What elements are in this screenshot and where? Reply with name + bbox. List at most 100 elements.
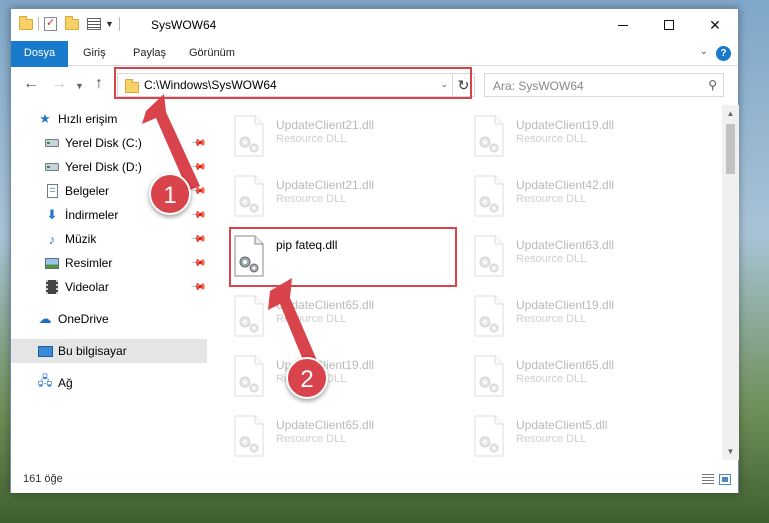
up-arrow-icon[interactable]: ↑: [95, 75, 103, 93]
file-item[interactable]: UpdateClient21.dll Resource DLL: [224, 171, 454, 225]
sidebar-item-label: Yerel Disk (D:): [65, 160, 142, 174]
back-arrow-icon[interactable]: ←: [23, 75, 39, 93]
new-folder-icon[interactable]: [65, 15, 79, 30]
file-item[interactable]: UpdateClient21.dll Resource DLL: [224, 111, 454, 165]
status-bar: 161 öğe: [11, 467, 738, 493]
video-icon: [44, 279, 60, 295]
pin-icon[interactable]: 📌: [190, 279, 207, 296]
download-icon: ⬇: [46, 207, 58, 222]
sidebar-item-pictures[interactable]: Resimler 📌: [11, 251, 207, 275]
sidebar-item-videos[interactable]: Videolar 📌: [11, 275, 207, 299]
pin-icon[interactable]: 📌: [190, 255, 207, 272]
file-type: Resource DLL: [276, 313, 347, 325]
sidebar-item-label: Yerel Disk (C:): [65, 136, 142, 150]
sidebar-item-local-disk-c[interactable]: Yerel Disk (C:) 📌: [11, 131, 207, 155]
dll-file-icon: [234, 115, 264, 157]
sidebar-item-music[interactable]: ♪ Müzik 📌: [11, 227, 207, 251]
drive-icon: [44, 135, 60, 151]
search-placeholder: Ara: SysWOW64: [493, 79, 584, 93]
pin-icon[interactable]: 📌: [190, 207, 207, 224]
close-icon: ✕: [709, 16, 721, 33]
sidebar-item-label: Resimler: [65, 256, 113, 270]
sidebar-item-this-pc[interactable]: Bu bilgisayar: [11, 339, 207, 363]
sidebar-item-label: Hızlı erişim: [58, 112, 118, 126]
minimize-button[interactable]: [600, 9, 646, 41]
network-icon: 🖧: [37, 373, 53, 388]
drive-icon: [44, 159, 60, 175]
maximize-button[interactable]: [646, 9, 692, 41]
sidebar-item-label: İndirmeler: [65, 208, 119, 222]
file-item[interactable]: UpdateClient65.dll Resource DLL: [224, 411, 454, 460]
dll-file-icon: [474, 355, 504, 397]
chevron-down-icon[interactable]: ▼: [105, 19, 114, 29]
file-name: UpdateClient42.dll: [516, 178, 615, 192]
tab-view[interactable]: Görünüm: [177, 41, 247, 65]
expand-ribbon-icon[interactable]: ⌄: [700, 46, 708, 57]
file-type: Resource DLL: [516, 373, 587, 385]
scroll-thumb[interactable]: [726, 124, 735, 174]
file-name: UpdateClient65.dll: [276, 298, 375, 312]
step-badge-1: 1: [149, 173, 191, 215]
file-type: Resource DLL: [516, 193, 587, 205]
pin-icon[interactable]: 📌: [190, 183, 207, 200]
file-name: UpdateClient21.dll: [276, 118, 375, 132]
recent-locations-icon[interactable]: ▼: [75, 81, 84, 91]
large-icons-view-icon[interactable]: [719, 474, 731, 485]
file-item[interactable]: UpdateClient19.dllResource DLL: [464, 111, 694, 165]
dll-file-icon: [474, 235, 504, 277]
file-item[interactable]: UpdateClient65.dll Resource DLL: [464, 351, 694, 405]
close-button[interactable]: ✕: [692, 9, 738, 41]
file-item[interactable]: UpdateClient65.dll Resource DLL: [224, 291, 454, 345]
file-type: Resource DLL: [516, 313, 587, 325]
sidebar-item-network[interactable]: 🖧 Ağ: [11, 371, 207, 395]
navigation-pane: ★ Hızlı erişim Yerel Disk (C:) 📌 Yerel D…: [11, 105, 207, 460]
dll-file-icon: [474, 295, 504, 337]
file-highlight-box: [229, 227, 457, 287]
folder-icon: [19, 15, 33, 30]
file-item[interactable]: UpdateClient19.dllResource DLL: [224, 351, 454, 405]
file-item[interactable]: UpdateClient19.dllResource DLL: [464, 291, 694, 345]
sidebar-item-label: OneDrive: [58, 312, 109, 326]
scroll-up-icon[interactable]: ▲: [722, 105, 739, 122]
dll-file-icon: [234, 295, 264, 337]
dll-file-icon: [474, 115, 504, 157]
sidebar-item-label: Ağ: [58, 376, 73, 390]
scroll-down-icon[interactable]: ▼: [722, 443, 739, 460]
document-icon: [44, 183, 60, 199]
forward-arrow-icon[interactable]: →: [51, 75, 67, 93]
ribbon-tabs: Dosya Giriş Paylaş Görünüm ⌄ ?: [11, 41, 738, 95]
search-input[interactable]: Ara: SysWOW64 ⚲: [484, 73, 724, 97]
vertical-scrollbar[interactable]: ▲ ▼: [722, 105, 739, 460]
file-item[interactable]: UpdateClient63.dll Resource DLL: [464, 231, 694, 285]
minimize-icon: [618, 24, 628, 26]
pin-icon[interactable]: 📌: [190, 231, 207, 248]
sidebar-item-label: Bu bilgisayar: [58, 344, 127, 358]
help-icon[interactable]: ?: [716, 46, 731, 61]
sidebar-item-onedrive[interactable]: ☁ OneDrive: [11, 307, 207, 331]
properties-list-icon[interactable]: [87, 18, 101, 30]
computer-icon: [37, 343, 53, 359]
file-type: Resource DLL: [276, 133, 347, 145]
pictures-icon: [44, 255, 60, 271]
divider: [118, 17, 120, 31]
sidebar-item-label: Videolar: [65, 280, 109, 294]
file-item[interactable]: UpdateClient5.dll Resource DLL: [464, 411, 694, 460]
dll-file-icon: [234, 415, 264, 457]
sidebar-item-label: Müzik: [65, 232, 97, 246]
properties-check-icon[interactable]: [44, 16, 57, 31]
file-type: Resource DLL: [276, 433, 347, 445]
address-highlight-box: [114, 67, 472, 99]
pin-icon[interactable]: 📌: [190, 159, 207, 176]
details-view-icon[interactable]: [702, 474, 714, 485]
sidebar-item-quick-access[interactable]: ★ Hızlı erişim: [11, 107, 207, 131]
pin-icon[interactable]: 📌: [190, 135, 207, 152]
file-name: UpdateClient5.dll: [516, 418, 608, 432]
file-type: Resource DLL: [276, 193, 347, 205]
file-name: UpdateClient65.dll: [276, 418, 375, 432]
tab-share[interactable]: Paylaş: [121, 41, 178, 65]
tab-home[interactable]: Giriş: [71, 41, 118, 65]
search-icon[interactable]: ⚲: [708, 78, 717, 92]
quick-access-toolbar: ▼: [19, 15, 121, 31]
file-item[interactable]: UpdateClient42.dll Resource DLL: [464, 171, 694, 225]
file-name: UpdateClient63.dll: [516, 238, 615, 252]
